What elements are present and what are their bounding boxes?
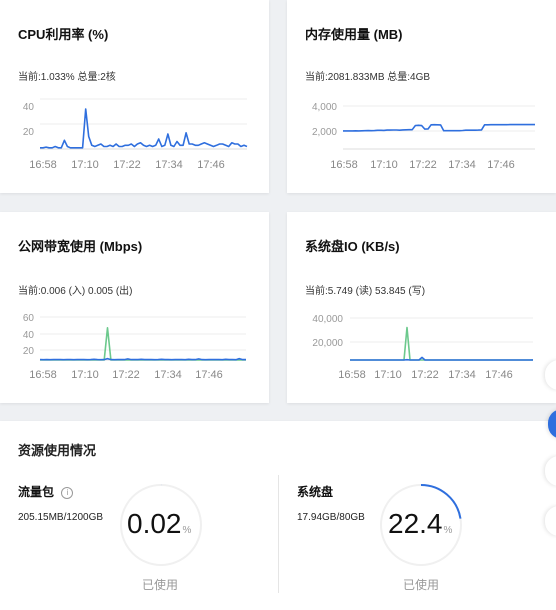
cpu-ytick: 20 xyxy=(23,127,35,138)
traffic-used-label: 已使用 xyxy=(142,578,179,592)
bandwidth-card: 公网带宽使用 (Mbps) 当前:0.006 (入) 0.005 (出) 60 … xyxy=(0,212,269,403)
memory-card: 内存使用量 (MB) 当前:2081.833MB 总量:4GB 4,000 2,… xyxy=(287,0,556,193)
resource-usage-title: 资源使用情况 xyxy=(18,443,97,458)
cpu-ytick: 40 xyxy=(23,102,35,113)
memory-series-line xyxy=(343,123,535,132)
bandwidth-ytick: 40 xyxy=(23,330,35,341)
resource-divider xyxy=(278,475,279,593)
memory-xtick: 17:34 xyxy=(448,159,476,171)
cpu-card: CPU利用率 (%) 当前:1.033% 总量:2核 40 20 16:58 1… xyxy=(0,0,269,193)
disk-io-xtick: 16:58 xyxy=(338,369,366,381)
cpu-xtick: 17:46 xyxy=(197,159,225,171)
bandwidth-xtick: 17:34 xyxy=(154,369,182,381)
bandwidth-ytick: 60 xyxy=(23,313,35,324)
cpu-xtick: 17:34 xyxy=(155,159,183,171)
bandwidth-xtick: 17:10 xyxy=(71,369,99,381)
system-disk-percent-unit: % xyxy=(443,525,453,536)
memory-xtick: 16:58 xyxy=(330,159,358,171)
bandwidth-xtick: 16:58 xyxy=(29,369,57,381)
system-disk-used-label: 已使用 xyxy=(403,578,440,592)
memory-chart: 4,000 2,000 16:58 17:10 17:22 17:34 17:4… xyxy=(312,102,535,171)
disk-io-series-line xyxy=(350,326,533,361)
disk-io-xtick: 17:10 xyxy=(374,369,402,381)
traffic-percent: 0.02% xyxy=(127,508,191,540)
info-circle-icon[interactable]: i xyxy=(61,487,74,499)
disk-io-ytick: 40,000 xyxy=(312,314,343,325)
cpu-xtick: 16:58 xyxy=(29,159,57,171)
memory-ytick: 2,000 xyxy=(312,127,337,138)
cpu-series-line xyxy=(40,108,248,149)
disk-io-ytick: 20,000 xyxy=(312,338,343,349)
disk-io-card: 系统盘IO (KB/s) 当前:5.749 (读) 53.845 (写) 40,… xyxy=(287,212,556,403)
bandwidth-chart: 60 40 20 16:58 17:10 17:22 17:34 17:46 xyxy=(23,313,246,381)
bandwidth-ytick: 20 xyxy=(23,346,35,357)
disk-io-xtick: 17:22 xyxy=(411,369,439,381)
memory-xtick: 17:46 xyxy=(487,159,515,171)
disk-io-series-line xyxy=(350,356,534,361)
disk-io-xtick: 17:34 xyxy=(448,369,476,381)
bandwidth-series-line xyxy=(40,327,246,361)
disk-io-xtick: 17:46 xyxy=(485,369,513,381)
memory-ytick: 4,000 xyxy=(312,102,337,113)
system-disk-percent: 22.4% xyxy=(388,508,452,540)
memory-xtick: 17:22 xyxy=(409,159,437,171)
bandwidth-series-line xyxy=(39,357,246,361)
traffic-percent-unit: % xyxy=(182,525,192,536)
bandwidth-xtick: 17:22 xyxy=(112,369,140,381)
cpu-xtick: 17:10 xyxy=(71,159,99,171)
system-disk-amount: 17.94GB/80GB xyxy=(297,512,365,523)
cpu-chart: 40 20 16:58 17:10 17:22 17:34 17:46 xyxy=(23,98,248,171)
traffic-package-label: 流量包 i xyxy=(18,483,74,500)
disk-io-chart: 40,000 20,000 16:58 17:10 17:22 17:34 17… xyxy=(312,314,534,381)
memory-xtick: 17:10 xyxy=(370,159,398,171)
cpu-xtick: 17:22 xyxy=(113,159,141,171)
bandwidth-xtick: 17:46 xyxy=(195,369,223,381)
system-disk-label: 系统盘 xyxy=(297,485,334,499)
system-disk-percent-value: 22.4 xyxy=(388,508,443,539)
traffic-package-label-text: 流量包 xyxy=(18,485,55,499)
traffic-percent-value: 0.02 xyxy=(127,508,182,539)
traffic-package-amount: 205.15MB/1200GB xyxy=(18,512,104,523)
